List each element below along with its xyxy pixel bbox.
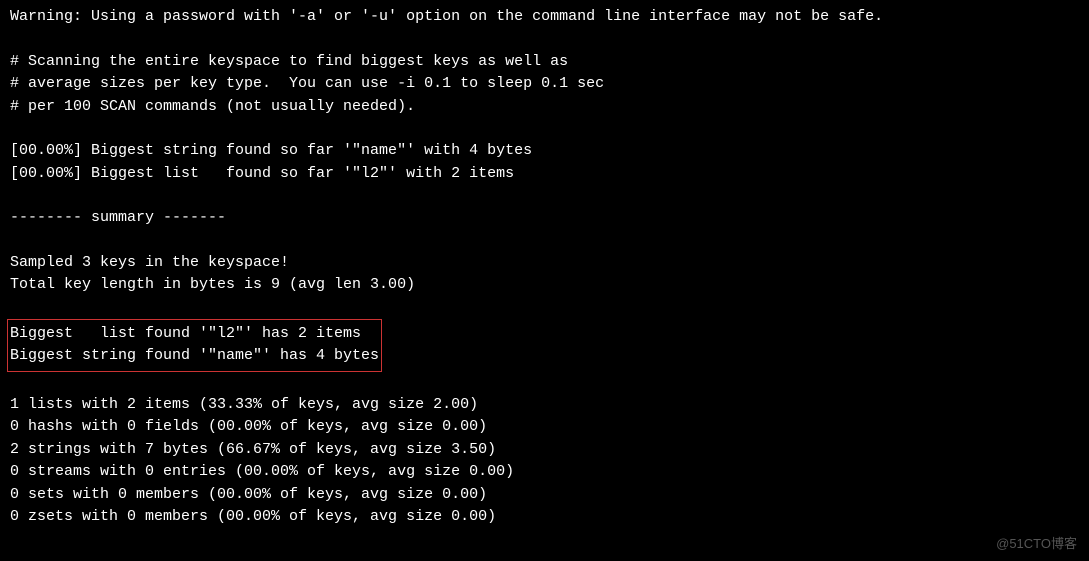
blank-line (10, 29, 1079, 51)
total-length-line: Total key length in bytes is 9 (avg len … (10, 274, 1079, 297)
stat-strings: 2 strings with 7 bytes (66.67% of keys, … (10, 439, 1079, 462)
progress-string: [00.00%] Biggest string found so far '"n… (10, 140, 1079, 163)
blank-line (10, 185, 1079, 207)
watermark-text: @51CTO博客 (996, 534, 1077, 554)
stat-streams: 0 streams with 0 entries (00.00% of keys… (10, 461, 1079, 484)
blank-line (10, 372, 1079, 394)
biggest-string-line: Biggest string found '"name"' has 4 byte… (10, 345, 379, 368)
stat-lists: 1 lists with 2 items (33.33% of keys, av… (10, 394, 1079, 417)
summary-header: -------- summary ------- (10, 207, 1079, 230)
blank-line (10, 118, 1079, 140)
sampled-line: Sampled 3 keys in the keyspace! (10, 252, 1079, 275)
stat-hashs: 0 hashs with 0 fields (00.00% of keys, a… (10, 416, 1079, 439)
biggest-list-line: Biggest list found '"l2"' has 2 items (10, 323, 379, 346)
scan-comment-1: # Scanning the entire keyspace to find b… (10, 51, 1079, 74)
warning-line: Warning: Using a password with '-a' or '… (10, 6, 1079, 29)
biggest-keys-highlight: Biggest list found '"l2"' has 2 items Bi… (7, 319, 382, 372)
blank-line (10, 230, 1079, 252)
scan-comment-3: # per 100 SCAN commands (not usually nee… (10, 96, 1079, 119)
progress-list: [00.00%] Biggest list found so far '"l2"… (10, 163, 1079, 186)
stat-sets: 0 sets with 0 members (00.00% of keys, a… (10, 484, 1079, 507)
stat-zsets: 0 zsets with 0 members (00.00% of keys, … (10, 506, 1079, 529)
scan-comment-2: # average sizes per key type. You can us… (10, 73, 1079, 96)
blank-line (10, 297, 1079, 319)
